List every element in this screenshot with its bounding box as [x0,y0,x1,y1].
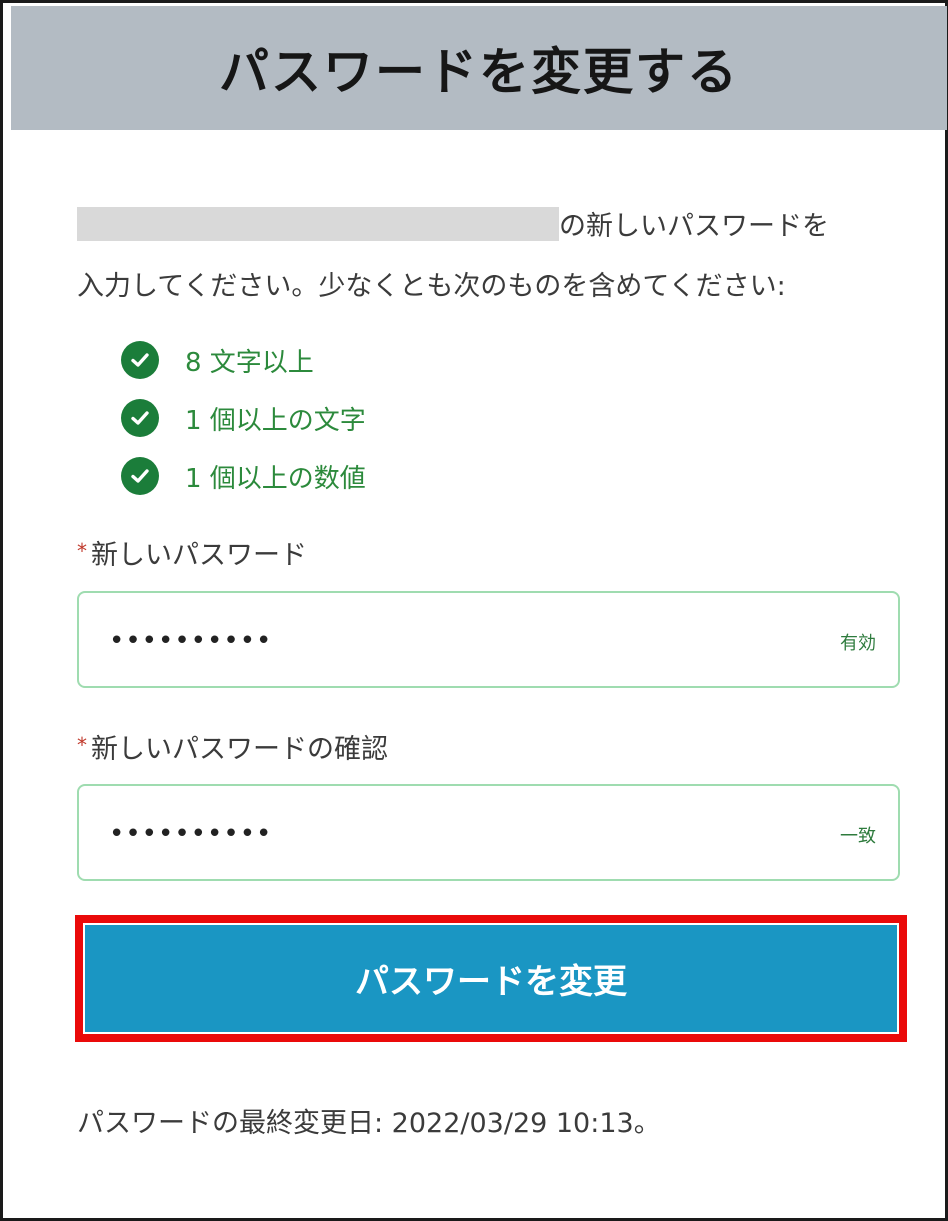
instructions: の新しいパスワードを 入力してください。少なくとも次のものを含めてください: [77,197,897,317]
new-password-label: * 新しいパスワード [77,533,307,572]
confirm-password-field[interactable]: 一致 [77,784,900,881]
requirement-item: 8 文字以上 [121,331,366,389]
page-title: パスワードを変更する [219,43,739,101]
requirement-item: 1 個以上の文字 [121,389,366,447]
change-password-button[interactable]: パスワードを変更 [85,925,897,1032]
new-password-field[interactable]: 有効 [77,591,900,688]
confirm-password-input[interactable] [107,786,771,881]
confirm-password-status: 一致 [840,826,876,847]
check-circle-icon [121,457,159,495]
password-requirements: 8 文字以上 1 個以上の文字 1 個以上の数値 [121,331,366,505]
requirement-text: 1 個以上の数値 [185,463,366,494]
new-password-label-text: 新しいパスワード [91,540,307,571]
instructions-line-1: の新しいパスワードを [77,197,897,257]
instructions-line-2: 入力してください。少なくとも次のものを含めてください: [77,271,786,302]
requirement-text: 8 文字以上 [185,347,314,378]
check-circle-icon [121,399,159,437]
new-password-input[interactable] [107,593,771,688]
redacted-account-name [77,207,559,241]
requirement-text: 1 個以上の文字 [185,405,366,436]
required-mark: * [77,733,87,757]
last-changed-text: パスワードの最終変更日: 2022/03/29 10:13。 [77,1108,661,1139]
submit-highlight-box: パスワードを変更 [75,915,907,1042]
new-password-status: 有効 [840,633,876,654]
instructions-line-1-text: の新しいパスワードを [559,211,829,242]
dialog-frame: パスワードを変更する の新しいパスワードを 入力してください。少なくとも次のもの… [0,0,948,1221]
requirement-item: 1 個以上の数値 [121,447,366,505]
confirm-password-label: * 新しいパスワードの確認 [77,727,388,766]
check-circle-icon [121,341,159,379]
required-mark: * [77,539,87,563]
confirm-password-label-text: 新しいパスワードの確認 [91,734,388,765]
header-bar: パスワードを変更する [11,6,947,130]
